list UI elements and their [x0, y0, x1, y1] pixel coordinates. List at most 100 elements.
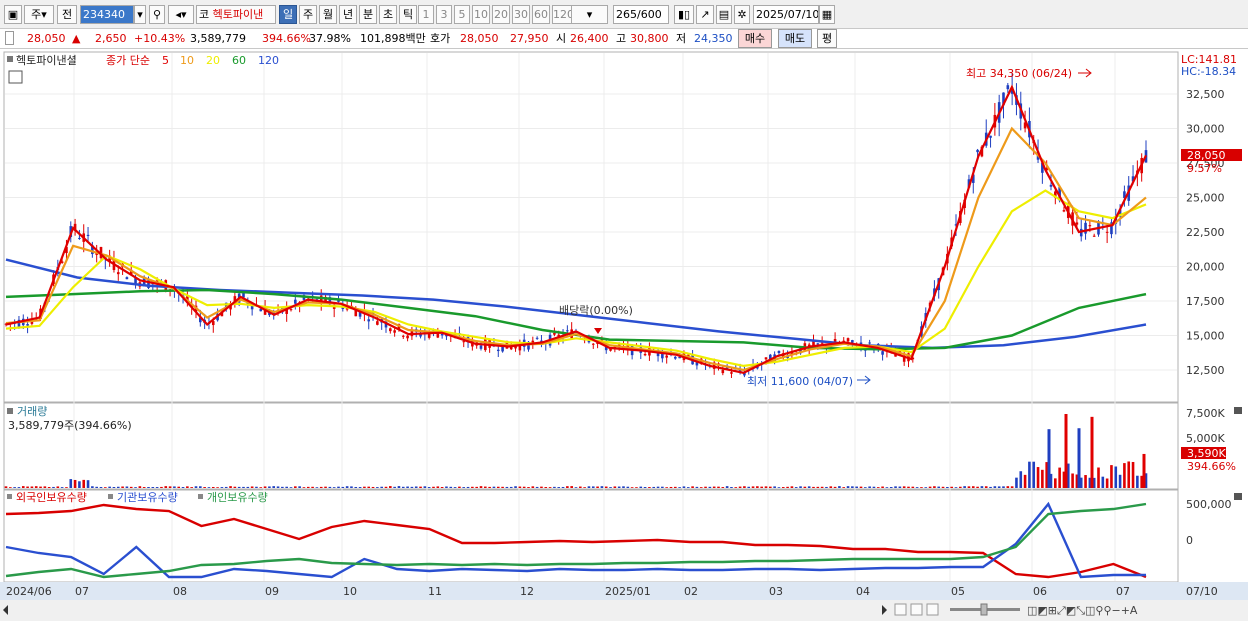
expand-icon[interactable] [5, 31, 14, 45]
volume-bar [95, 486, 98, 488]
volume-bar [332, 487, 336, 488]
volume-bar [777, 487, 781, 488]
volume-bar [406, 486, 409, 488]
period-tab-1[interactable]: 주 [299, 5, 317, 24]
volume-bar [959, 486, 962, 488]
volume-bar [380, 486, 383, 488]
stop-button[interactable] [910, 603, 923, 616]
volume-bar [199, 486, 202, 488]
volume-bar [43, 486, 47, 488]
volume-bar [164, 486, 168, 488]
volume-bar [915, 487, 919, 488]
volume-bar [449, 486, 453, 488]
volume-panel [3, 402, 1179, 490]
volume-bar [505, 486, 509, 488]
candle-body [868, 342, 871, 344]
volume-bar [756, 486, 759, 488]
candle-body [816, 343, 820, 345]
period-tab-2[interactable]: 월 [319, 5, 337, 24]
volume-bar [738, 486, 742, 488]
sell-button[interactable]: 매도 [778, 29, 812, 48]
volume-bar [643, 487, 647, 488]
buy-button[interactable]: 매수 [738, 29, 772, 48]
volume-bar [548, 487, 552, 488]
chevron-down-icon[interactable]: ▾ [134, 5, 146, 24]
gear-icon[interactable]: ✲ [734, 5, 750, 24]
volume-bar [902, 486, 906, 488]
volume-bar [1071, 473, 1074, 488]
draw-tool-icon[interactable]: ↗ [696, 5, 714, 24]
prev-button[interactable]: 전 [57, 5, 77, 24]
x-axis-label: 10 [343, 585, 357, 598]
candle-body [881, 351, 884, 355]
current-price: 28,050 [27, 32, 66, 45]
interval-button-5[interactable]: 5 [454, 5, 470, 24]
volume-bar [496, 486, 500, 488]
interval-button-60[interactable]: 60 [532, 5, 550, 24]
volume-bar [933, 486, 936, 488]
volume-bar [246, 486, 250, 488]
volume-close-icon[interactable] [1234, 407, 1242, 414]
calculator-icon[interactable] [8, 70, 23, 84]
period-tab-0[interactable]: 일 [279, 5, 297, 24]
save-icon[interactable]: ▤ [716, 5, 732, 24]
volume-bar [639, 486, 643, 488]
volume-bar [954, 487, 958, 488]
volume-bar [147, 487, 150, 488]
calendar-icon[interactable]: ▦ [819, 5, 835, 24]
period-tab-3[interactable]: 년 [339, 5, 357, 24]
stock-name-field[interactable]: 코 헥토파이낸 [196, 5, 276, 24]
candle-body [846, 338, 850, 342]
stock-chart[interactable]: 32,50030,00027,50025,00022,50020,00017,5… [0, 49, 1248, 621]
volume-bar [306, 486, 310, 488]
zoom-slider-thumb[interactable] [980, 603, 988, 616]
volume-bar [445, 486, 448, 488]
speaker-icon[interactable]: ◂▾ [168, 5, 194, 24]
forward-button[interactable] [926, 603, 939, 616]
candle-body [820, 342, 824, 344]
price-change-pct: +10.43% [134, 32, 186, 45]
search-icon[interactable]: ⚲ [149, 5, 165, 24]
interval-button-3[interactable]: 3 [436, 5, 452, 24]
holdings-close-icon[interactable] [1234, 493, 1242, 500]
volume-bar [112, 487, 116, 488]
interval-button-1[interactable]: 1 [418, 5, 434, 24]
dividend-annotation: 배당락(0.00%) [559, 304, 633, 317]
volume-bar [881, 486, 884, 488]
volume-bar [712, 486, 716, 488]
volume-bar [78, 481, 81, 488]
layout-toggle[interactable]: 주▾ [24, 5, 54, 24]
candle-body [86, 234, 90, 236]
volume-bar [868, 486, 871, 488]
tool-icons[interactable]: ◫◩⊞⤢◩⤡◫⚲⚲−+A [1027, 604, 1138, 617]
volume-bar [928, 486, 932, 488]
volume-bar [803, 486, 807, 488]
period-tab-5[interactable]: 초 [379, 5, 397, 24]
interval-button-20[interactable]: 20 [492, 5, 510, 24]
period-tab-6[interactable]: 틱 [399, 5, 417, 24]
eval-button[interactable]: 평 [817, 29, 837, 48]
current-pct-tag: 9.57% [1187, 162, 1222, 175]
stock-code-input[interactable]: 234340 [80, 5, 134, 24]
period-tab-4[interactable]: 분 [359, 5, 377, 24]
date-input[interactable]: 2025/07/10 [753, 5, 819, 24]
volume-bar [1041, 469, 1044, 488]
volume-bar [1036, 467, 1040, 488]
volume-bar [237, 486, 241, 488]
volume-bar [73, 479, 77, 488]
layout-icon[interactable]: ▣ [4, 5, 22, 24]
candle-type-icon[interactable]: ▮▯ [674, 5, 694, 24]
panel-menu-icon[interactable] [7, 56, 13, 62]
volume-bar [276, 486, 280, 488]
rewind-button[interactable] [894, 603, 907, 616]
interval-button-10[interactable]: 10 [472, 5, 490, 24]
interval-dropdown[interactable]: ▾ [571, 5, 608, 24]
volume-menu-icon[interactable] [7, 408, 13, 414]
volume-bar [4, 486, 8, 488]
holdings-series-icon [7, 494, 12, 499]
count-input[interactable]: 265/600 [613, 5, 669, 24]
ma-prefix: 종가 단순 [106, 54, 150, 67]
interval-button-30[interactable]: 30 [512, 5, 530, 24]
candle-body [674, 356, 677, 359]
holdings-y-tick: 500,000 [1186, 498, 1232, 511]
